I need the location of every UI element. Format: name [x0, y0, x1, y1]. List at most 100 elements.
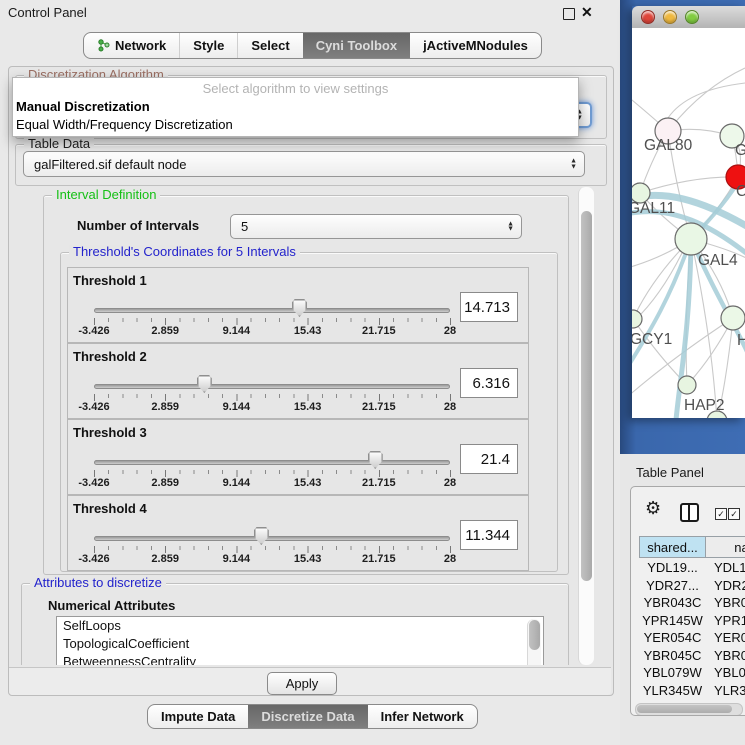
- table-hscrollbar[interactable]: [635, 703, 743, 716]
- tab-impute-data[interactable]: Impute Data: [148, 705, 248, 728]
- tab-label: Impute Data: [161, 709, 235, 724]
- panel-title: Control Panel: [8, 5, 87, 20]
- threshold-2-slider-track[interactable]: [94, 384, 450, 389]
- network-canvas[interactable]: GAL80 GA C GAL11 GAL4 GCY1 H HAP2: [632, 28, 745, 418]
- slider-scale-label: 15.43: [283, 477, 333, 489]
- threshold-2-value-field[interactable]: 6.316: [460, 368, 518, 398]
- threshold-3-value-field[interactable]: 21.4: [460, 444, 518, 474]
- slider-scale-label: 9.144: [211, 325, 261, 337]
- popup-option-equal-width[interactable]: Equal Width/Frequency Discretization: [16, 117, 233, 132]
- threshold-1-slider-track[interactable]: [94, 308, 450, 313]
- table-row[interactable]: YBR045CYBR0: [639, 647, 745, 665]
- slider-ticks: [94, 470, 451, 477]
- threshold-label: Threshold 2: [73, 349, 147, 364]
- thresholds-group: Threshold's Coordinates for 5 Intervals …: [60, 252, 558, 572]
- checkbox-icon[interactable]: [728, 508, 740, 520]
- slider-ticks: [94, 546, 451, 553]
- threshold-2-slider-thumb[interactable]: [197, 375, 212, 393]
- list-item[interactable]: SelfLoops: [57, 617, 543, 635]
- settings-scroll-area: Interval Definition Number of Intervals …: [15, 187, 595, 665]
- table-row[interactable]: YLR345WYLR3: [639, 682, 745, 700]
- node-hap2[interactable]: [678, 376, 696, 394]
- node-label: H: [737, 332, 745, 349]
- tab-label: Select: [251, 38, 289, 53]
- tab-style[interactable]: Style: [179, 33, 237, 58]
- threshold-1-value-field[interactable]: 14.713: [460, 292, 518, 322]
- table-panel-title: Table Panel: [636, 465, 704, 480]
- close-window-icon[interactable]: [641, 10, 655, 24]
- minimize-window-icon[interactable]: [663, 10, 677, 24]
- column-header-name[interactable]: name: [705, 536, 745, 558]
- zoom-window-icon[interactable]: [685, 10, 699, 24]
- threshold-3-slider-thumb[interactable]: [368, 451, 383, 469]
- node-gal4[interactable]: [675, 223, 707, 255]
- cell: YDR2: [706, 578, 745, 593]
- column-header-shared-name[interactable]: shared...: [639, 536, 706, 558]
- popup-hint: Select algorithm to view settings: [13, 81, 578, 96]
- numerical-attributes-label: Numerical Attributes: [48, 598, 175, 613]
- table-panel: Table Panel ⚙ shared... name YDL19...YDL…: [620, 454, 745, 745]
- table-data-combobox[interactable]: galFiltered.sif default node: [23, 151, 585, 177]
- control-panel: Control Panel ✕ Network Style Select Cyn…: [0, 0, 621, 745]
- slider-scale-label: 9.144: [211, 401, 261, 413]
- network-window-titlebar[interactable]: [632, 6, 745, 29]
- tab-discretize-data[interactable]: Discretize Data: [248, 705, 367, 728]
- slider-scale-label: -3.426: [69, 401, 119, 413]
- tab-label: Style: [193, 38, 224, 53]
- table-data-value: galFiltered.sif default node: [34, 157, 186, 172]
- table-row[interactable]: YBL079WYBL0: [639, 664, 745, 682]
- cell: YDR27...: [639, 578, 706, 593]
- apply-button[interactable]: Apply: [267, 672, 337, 695]
- tab-cyni-toolbox[interactable]: Cyni Toolbox: [303, 33, 410, 58]
- slider-scale-label: -3.426: [69, 325, 119, 337]
- node-h[interactable]: [721, 306, 745, 330]
- num-intervals-value: 5: [241, 219, 248, 234]
- node-label: HAP2: [684, 397, 725, 414]
- threshold-4-value-field[interactable]: 11.344: [460, 520, 518, 550]
- table-row[interactable]: YER054CYER0: [639, 629, 745, 647]
- columns-icon[interactable]: [680, 503, 699, 522]
- cell: YPR1: [706, 613, 745, 628]
- tab-infer-network[interactable]: Infer Network: [368, 705, 477, 728]
- slider-scale-label: 2.859: [140, 553, 190, 565]
- list-scrollbar[interactable]: [527, 619, 541, 665]
- threshold-4-slider-track[interactable]: [94, 536, 450, 541]
- table-row[interactable]: YDR27...YDR2: [639, 577, 745, 595]
- num-intervals-combobox[interactable]: 5: [230, 214, 522, 239]
- node-label: GCY1: [632, 331, 672, 348]
- table-rows: YDL19...YDL1 YDR27...YDR2 YBR043CYBR0 YP…: [639, 559, 745, 703]
- tab-select[interactable]: Select: [237, 33, 302, 58]
- list-item[interactable]: TopologicalCoefficient: [57, 635, 543, 653]
- cell: YPR145W: [639, 613, 706, 628]
- threshold-3-slider-track[interactable]: [94, 460, 450, 465]
- popup-option-manual-discretization[interactable]: Manual Discretization: [16, 99, 150, 114]
- tab-network[interactable]: Network: [84, 33, 179, 58]
- settings-scrollbar[interactable]: [578, 187, 594, 665]
- gear-icon[interactable]: ⚙: [645, 498, 661, 519]
- slider-scale-label: 21.715: [354, 553, 404, 565]
- list-item[interactable]: BetweennessCentrality: [57, 653, 543, 665]
- tab-label: Network: [115, 38, 166, 53]
- float-panel-icon[interactable]: [563, 8, 575, 20]
- close-panel-icon[interactable]: ✕: [581, 4, 593, 21]
- numerical-attributes-list: SelfLoops TopologicalCoefficient Between…: [56, 616, 544, 665]
- table-row[interactable]: YBR043CYBR0: [639, 594, 745, 612]
- tab-label: jActiveMNodules: [423, 38, 528, 53]
- tab-label: Cyni Toolbox: [316, 38, 397, 53]
- combo-arrows-icon: [570, 159, 577, 170]
- node-label: GAL4: [698, 252, 738, 269]
- checkbox-icon[interactable]: [715, 508, 727, 520]
- node-gcy1[interactable]: [632, 310, 642, 328]
- tab-jactivemnodules[interactable]: jActiveMNodules: [410, 33, 541, 58]
- slider-scale-label: 2.859: [140, 477, 190, 489]
- threshold-1-slider-thumb[interactable]: [292, 299, 307, 317]
- table-row[interactable]: YPR145WYPR1: [639, 612, 745, 630]
- cell: YBR0: [706, 595, 745, 610]
- table-row[interactable]: YDL19...YDL1: [639, 559, 745, 577]
- slider-ticks: [94, 318, 451, 325]
- table-panel-box: ⚙ shared... name YDL19...YDL1 YDR27...YD…: [630, 486, 745, 716]
- slider-scale-label: 15.43: [283, 401, 333, 413]
- threshold-4-slider-thumb[interactable]: [254, 527, 269, 545]
- cell: YBR0: [706, 648, 745, 663]
- combo-arrows-icon: [507, 221, 514, 232]
